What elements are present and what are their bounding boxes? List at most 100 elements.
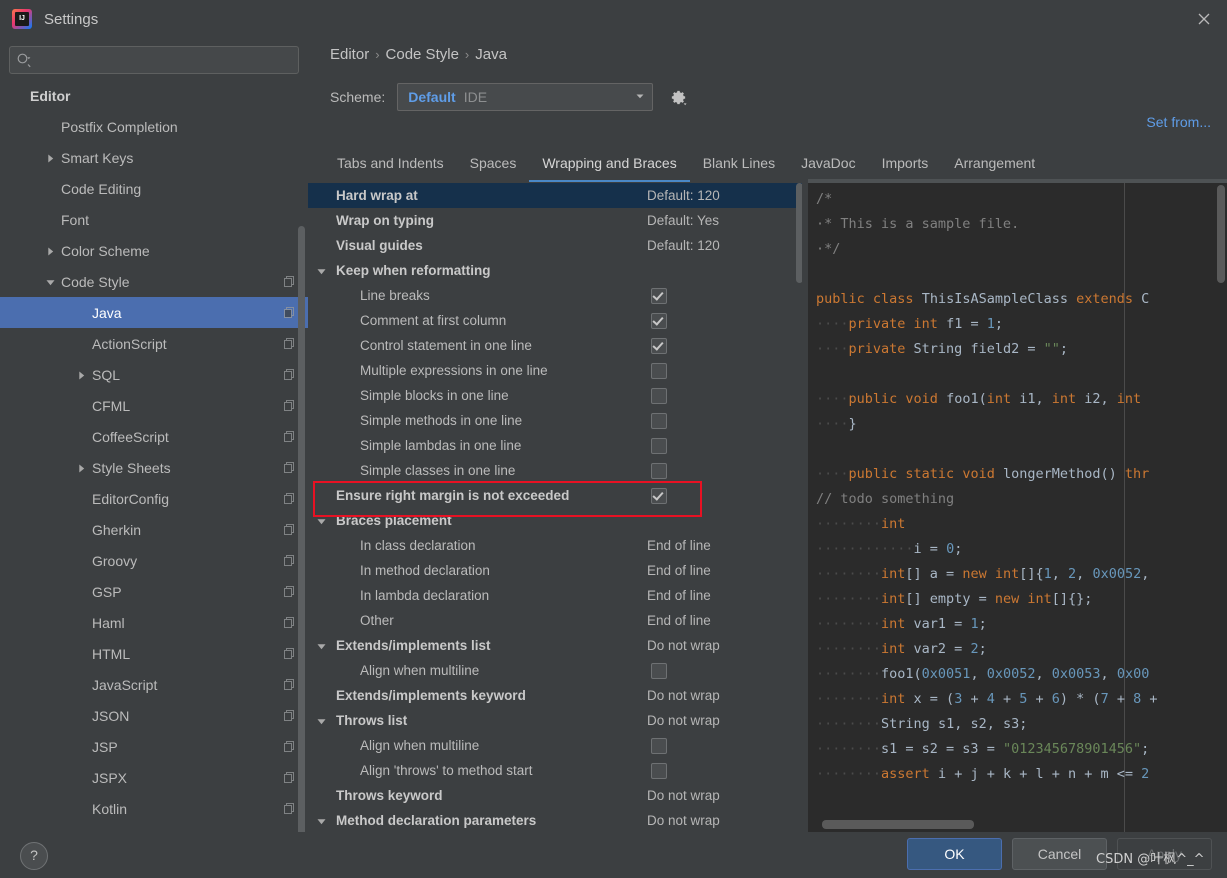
option-checkbox[interactable] xyxy=(651,412,667,429)
sidebar-item-actionscript[interactable]: ActionScript xyxy=(0,328,308,359)
copy-scheme-icon[interactable] xyxy=(283,368,296,381)
option-row[interactable]: In class declaration End of line xyxy=(308,533,808,558)
sidebar-scrollbar[interactable] xyxy=(298,226,305,846)
option-row[interactable]: Braces placement xyxy=(308,508,808,533)
option-row[interactable]: Visual guides Default: 120 xyxy=(308,233,808,258)
breadcrumb-item[interactable]: Editor xyxy=(330,46,369,63)
option-row[interactable]: Simple blocks in one line xyxy=(308,383,808,408)
sidebar-item-coffeescript[interactable]: CoffeeScript xyxy=(0,421,308,452)
option-checkbox[interactable] xyxy=(651,487,667,504)
copy-scheme-icon[interactable] xyxy=(283,306,296,319)
option-row[interactable]: Method declaration parameters Do not wrap xyxy=(308,808,808,832)
sidebar-item-haml[interactable]: Haml xyxy=(0,607,308,638)
copy-scheme-icon[interactable] xyxy=(283,523,296,536)
option-row[interactable]: Keep when reformatting xyxy=(308,258,808,283)
chevron-right-icon[interactable] xyxy=(76,462,87,473)
option-checkbox[interactable] xyxy=(651,287,667,304)
option-checkbox[interactable] xyxy=(651,437,667,454)
option-row[interactable]: In method declaration End of line xyxy=(308,558,808,583)
sidebar-item-kotlin[interactable]: Kotlin xyxy=(0,793,308,824)
search-input[interactable] xyxy=(36,49,280,71)
preview-horizontal-scrollbar[interactable] xyxy=(822,820,974,829)
option-checkbox[interactable] xyxy=(651,387,667,404)
breadcrumb-item[interactable]: Java xyxy=(475,46,507,63)
copy-scheme-icon[interactable] xyxy=(283,430,296,443)
option-checkbox[interactable] xyxy=(651,662,667,679)
tab-wrapping-and-braces[interactable]: Wrapping and Braces xyxy=(529,146,690,182)
option-value[interactable]: End of line xyxy=(647,563,711,578)
chevron-down-icon[interactable] xyxy=(316,715,327,726)
option-value[interactable]: Do not wrap xyxy=(647,688,720,703)
copy-scheme-icon[interactable] xyxy=(283,461,296,474)
option-row[interactable]: Throws keyword Do not wrap xyxy=(308,783,808,808)
copy-scheme-icon[interactable] xyxy=(283,647,296,660)
copy-scheme-icon[interactable] xyxy=(283,802,296,815)
option-row[interactable]: Comment at first column xyxy=(308,308,808,333)
option-checkbox[interactable] xyxy=(651,337,667,354)
option-checkbox[interactable] xyxy=(651,737,667,754)
search-box[interactable] xyxy=(9,46,299,74)
option-checkbox[interactable] xyxy=(651,312,667,329)
option-row[interactable]: Simple lambdas in one line xyxy=(308,433,808,458)
sidebar-item-gsp[interactable]: GSP xyxy=(0,576,308,607)
sidebar-item-editorconfig[interactable]: EditorConfig xyxy=(0,483,308,514)
copy-scheme-icon[interactable] xyxy=(283,585,296,598)
copy-scheme-icon[interactable] xyxy=(283,399,296,412)
option-value[interactable]: Default: 120 xyxy=(647,188,720,203)
option-row[interactable]: Align when multiline xyxy=(308,733,808,758)
close-icon[interactable] xyxy=(1181,0,1227,38)
option-value[interactable]: End of line xyxy=(647,613,711,628)
copy-scheme-icon[interactable] xyxy=(283,740,296,753)
chevron-down-icon[interactable] xyxy=(45,276,56,287)
option-checkbox[interactable] xyxy=(651,462,667,479)
option-value[interactable]: End of line xyxy=(647,588,711,603)
copy-scheme-icon[interactable] xyxy=(283,337,296,350)
gear-icon[interactable] xyxy=(667,86,689,108)
ok-button[interactable]: OK xyxy=(907,838,1002,870)
option-value[interactable]: Do not wrap xyxy=(647,713,720,728)
sidebar-item-font[interactable]: Font xyxy=(0,204,308,235)
sidebar-item-jsp[interactable]: JSP xyxy=(0,731,308,762)
breadcrumb-item[interactable]: Code Style xyxy=(386,46,459,63)
option-value[interactable]: Default: Yes xyxy=(647,213,719,228)
option-row[interactable]: Extends/implements list Do not wrap xyxy=(308,633,808,658)
option-row[interactable]: In lambda declaration End of line xyxy=(308,583,808,608)
option-row[interactable]: Ensure right margin is not exceeded xyxy=(308,483,808,508)
sidebar-item-jspx[interactable]: JSPX xyxy=(0,762,308,793)
copy-scheme-icon[interactable] xyxy=(283,616,296,629)
copy-scheme-icon[interactable] xyxy=(283,275,296,288)
copy-scheme-icon[interactable] xyxy=(283,771,296,784)
sidebar-item-code-editing[interactable]: Code Editing xyxy=(0,173,308,204)
sidebar-item-html[interactable]: HTML xyxy=(0,638,308,669)
copy-scheme-icon[interactable] xyxy=(283,678,296,691)
option-row[interactable]: Multiple expressions in one line xyxy=(308,358,808,383)
sidebar-item-javascript[interactable]: JavaScript xyxy=(0,669,308,700)
option-row[interactable]: Wrap on typing Default: Yes xyxy=(308,208,808,233)
chevron-right-icon[interactable] xyxy=(76,369,87,380)
option-value[interactable]: Default: 120 xyxy=(647,238,720,253)
preview-vertical-scrollbar[interactable] xyxy=(1217,185,1225,283)
copy-scheme-icon[interactable] xyxy=(283,492,296,505)
option-checkbox[interactable] xyxy=(651,362,667,379)
cancel-button[interactable]: Cancel xyxy=(1012,838,1107,870)
tab-arrangement[interactable]: Arrangement xyxy=(941,146,1048,182)
copy-scheme-icon[interactable] xyxy=(283,709,296,722)
sidebar-item-style-sheets[interactable]: Style Sheets xyxy=(0,452,308,483)
set-from-link[interactable]: Set from... xyxy=(1146,114,1211,130)
option-row[interactable]: Throws list Do not wrap xyxy=(308,708,808,733)
option-value[interactable]: Do not wrap xyxy=(647,788,720,803)
sidebar-item-java[interactable]: Java xyxy=(0,297,308,328)
tab-blank-lines[interactable]: Blank Lines xyxy=(690,146,788,182)
sidebar-item-editor[interactable]: Editor xyxy=(0,80,308,111)
option-row[interactable]: Control statement in one line xyxy=(308,333,808,358)
option-row[interactable]: Extends/implements keyword Do not wrap xyxy=(308,683,808,708)
sidebar-item-gherkin[interactable]: Gherkin xyxy=(0,514,308,545)
chevron-right-icon[interactable] xyxy=(45,152,56,163)
sidebar-item-color-scheme[interactable]: Color Scheme xyxy=(0,235,308,266)
sidebar-item-groovy[interactable]: Groovy xyxy=(0,545,308,576)
chevron-down-icon[interactable] xyxy=(316,640,327,651)
sidebar-item-json[interactable]: JSON xyxy=(0,700,308,731)
option-row[interactable]: Simple classes in one line xyxy=(308,458,808,483)
option-row[interactable]: Line breaks xyxy=(308,283,808,308)
chevron-down-icon[interactable] xyxy=(316,265,327,276)
